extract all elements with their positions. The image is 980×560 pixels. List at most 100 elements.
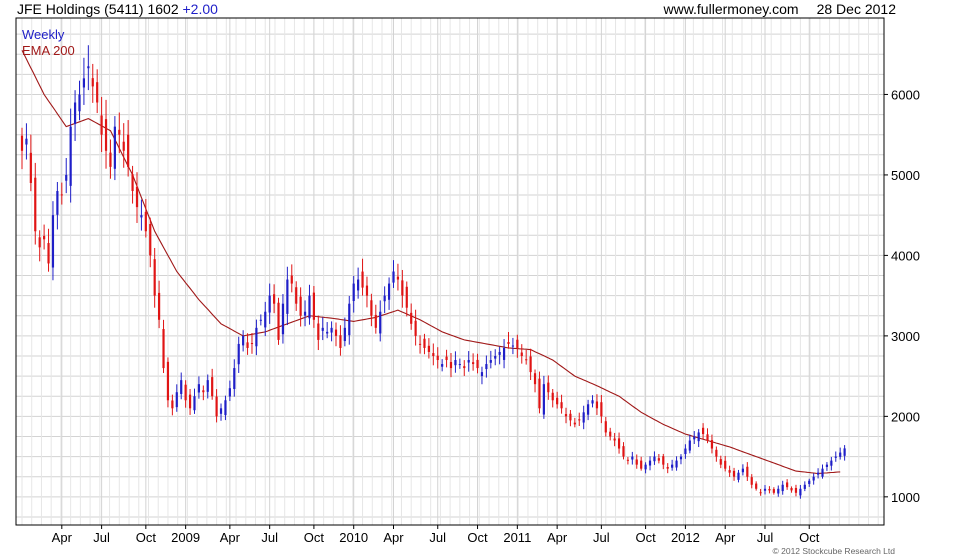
- candle-body: [644, 464, 647, 470]
- candle-body: [87, 66, 90, 69]
- candle-body: [617, 438, 621, 449]
- x-tick-label: Oct: [136, 530, 157, 545]
- candle-body: [423, 338, 426, 348]
- candle-body: [454, 360, 457, 366]
- candle-body: [604, 421, 607, 433]
- candle-body: [635, 459, 638, 465]
- candle-body: [808, 480, 811, 484]
- candle-body: [626, 459, 630, 461]
- candle-body: [171, 400, 174, 409]
- candle-body: [830, 460, 833, 466]
- candle-body: [374, 314, 377, 328]
- candle-body: [741, 468, 744, 473]
- candle-body: [573, 422, 576, 425]
- candle-body: [812, 476, 815, 481]
- candle-body: [414, 320, 417, 336]
- candle-body: [352, 283, 355, 301]
- candle-body: [825, 464, 829, 467]
- candle-body: [65, 174, 68, 181]
- candle-body: [799, 488, 802, 496]
- candle-body: [418, 343, 422, 345]
- candle-body: [511, 345, 515, 347]
- candle-body: [255, 327, 258, 347]
- candle-body: [162, 329, 165, 369]
- candle-body: [188, 394, 192, 409]
- candle-body: [688, 440, 691, 451]
- candle-body: [206, 380, 209, 392]
- candle-body: [113, 126, 116, 169]
- candle-body: [595, 401, 599, 409]
- candle-body: [520, 352, 523, 356]
- x-tick-label: Apr: [547, 530, 568, 545]
- candle-body: [750, 477, 753, 485]
- candle-body: [724, 460, 727, 469]
- candle-body: [701, 427, 705, 435]
- candle-body: [719, 459, 722, 465]
- candle-body: [463, 366, 466, 369]
- candle-body: [211, 377, 214, 397]
- candle-body: [286, 279, 289, 314]
- candle-body: [317, 323, 320, 340]
- candle-body: [180, 380, 183, 394]
- x-tick-label: 2012: [671, 530, 700, 545]
- x-tick-label: Jul: [93, 530, 110, 545]
- candle-body: [777, 488, 780, 494]
- candle-body: [494, 356, 497, 359]
- y-tick-label: 6000: [891, 87, 920, 102]
- candle-body: [441, 364, 444, 367]
- candle-body: [763, 488, 767, 491]
- candle-body: [476, 359, 479, 369]
- candle-body: [578, 419, 581, 421]
- x-tick-label: Jul: [593, 530, 610, 545]
- candle-body: [153, 259, 156, 296]
- candle-body: [436, 355, 439, 361]
- candle-body: [746, 466, 749, 477]
- candle-body: [295, 287, 298, 304]
- candle-body: [560, 402, 563, 409]
- y-tick-label: 3000: [891, 329, 920, 344]
- x-tick-label: Oct: [467, 530, 488, 545]
- candle-body: [175, 392, 178, 408]
- candle-body: [387, 283, 391, 300]
- copyright-text: © 2012 Stockcube Research Ltd: [772, 546, 895, 556]
- candle-body: [149, 224, 152, 256]
- x-tick-label: Jul: [261, 530, 278, 545]
- candle-body: [43, 235, 46, 240]
- candle-body: [228, 388, 231, 397]
- candle-body: [25, 138, 28, 145]
- candle-body: [516, 339, 519, 348]
- candle-body: [109, 152, 112, 167]
- candle-body: [587, 404, 590, 415]
- candle-body: [326, 331, 329, 334]
- candle-body: [69, 126, 72, 186]
- candle-body: [502, 347, 506, 360]
- candle-body: [56, 191, 59, 215]
- candle-body: [759, 492, 762, 494]
- candle-body: [609, 431, 612, 437]
- candle-body: [710, 440, 714, 449]
- candle-body: [38, 237, 41, 248]
- candle-body: [533, 373, 537, 385]
- candle-body: [821, 468, 824, 477]
- candle-body: [600, 402, 603, 417]
- candle-body: [648, 460, 652, 466]
- candle-body: [786, 482, 789, 488]
- x-tick-label: Oct: [635, 530, 656, 545]
- candle-body: [547, 382, 550, 393]
- candle-body: [684, 448, 687, 455]
- candle-body: [768, 489, 771, 491]
- candle-body: [671, 464, 674, 468]
- candle-body: [348, 303, 351, 336]
- candle-body: [365, 285, 369, 296]
- candle-body: [653, 456, 656, 462]
- candle-body: [246, 342, 249, 348]
- candle-body: [529, 356, 532, 373]
- candle-body: [370, 300, 373, 316]
- candle-body: [122, 141, 125, 151]
- candle-body: [233, 368, 236, 389]
- x-tick-label: Apr: [220, 530, 241, 545]
- candle-body: [144, 211, 147, 232]
- candle-body: [622, 446, 625, 457]
- candle-body: [657, 458, 660, 461]
- candle-body: [82, 78, 86, 88]
